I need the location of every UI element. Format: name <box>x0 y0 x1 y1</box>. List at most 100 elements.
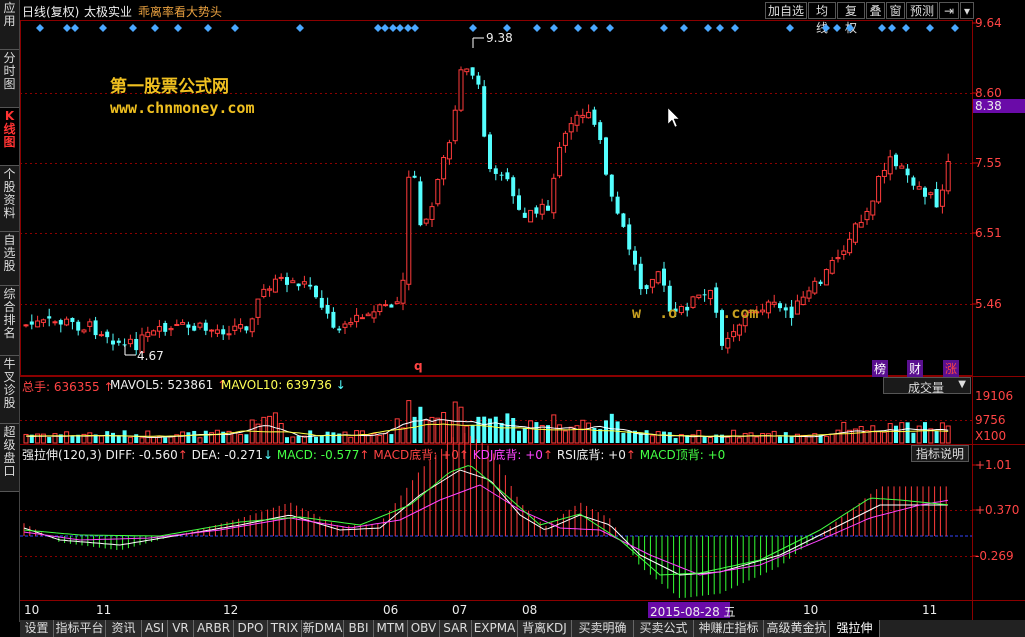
candle-body <box>272 278 278 293</box>
volume-bar <box>285 437 289 443</box>
volume-bar <box>899 422 905 444</box>
volume-bar <box>441 412 447 444</box>
volume-bar <box>87 432 93 444</box>
mavol5-label: MAVOL5: 523861 ↑ <box>110 378 227 392</box>
watermark-overlay: w .o .com <box>632 304 759 322</box>
volume-bar <box>551 414 557 444</box>
cai-marker[interactable]: 财 <box>907 360 924 377</box>
candle-body <box>406 176 412 285</box>
mavol10-value: MAVOL10: 639736 <box>221 378 332 392</box>
bottom-tab[interactable]: 指标平台 <box>54 620 106 637</box>
bottom-tab[interactable]: TRIX <box>268 620 302 637</box>
candle-body <box>163 322 168 332</box>
bottom-tab[interactable]: EXPMA <box>472 620 518 637</box>
volume-bar <box>823 435 829 444</box>
volume-bar <box>348 436 354 444</box>
candle-body <box>156 326 162 332</box>
signal-diamond <box>786 24 794 32</box>
candle-body <box>852 223 858 243</box>
bang-marker[interactable]: 榜 <box>872 360 889 377</box>
candle-body <box>835 257 841 260</box>
volume-bar <box>748 432 754 444</box>
macd-top-divergence: MACD顶背: +0 <box>639 448 726 462</box>
volume-bar <box>534 422 539 443</box>
indicator-selector[interactable]: 成交量 ▼ <box>883 377 971 395</box>
candle-body <box>644 285 649 290</box>
bottom-tab[interactable]: 买卖公式 <box>634 620 694 637</box>
bottom-tab[interactable]: ASI <box>142 620 168 637</box>
signal-diamond <box>574 24 582 32</box>
volume-bar <box>771 430 777 444</box>
bottom-tab[interactable]: 高级黄金抗 <box>764 620 830 637</box>
bottom-tab[interactable]: 新DMA <box>302 620 344 637</box>
volume-bar <box>47 437 52 443</box>
candle-body <box>296 283 301 287</box>
bottom-tab[interactable]: 强拉伸 <box>830 620 880 637</box>
bottom-tab[interactable]: ARBR <box>194 620 234 637</box>
zhang-marker[interactable]: 涨 <box>943 360 960 377</box>
volume-bar <box>261 416 267 444</box>
volume-bar <box>702 436 707 443</box>
candle-body <box>574 114 580 126</box>
candle-body <box>615 196 620 214</box>
volume-bar <box>342 431 348 444</box>
volume-bar <box>180 431 186 444</box>
volume-bar <box>314 436 318 443</box>
volume-bar <box>214 429 220 444</box>
signal-diamond <box>680 24 688 32</box>
candle-body <box>371 311 377 319</box>
candle-body <box>23 324 29 327</box>
signal-diamond <box>71 24 79 32</box>
bottom-tab[interactable]: VR <box>168 620 194 637</box>
indicator-help-button[interactable]: 指标说明 <box>911 445 969 462</box>
bottom-indicator-tabs: 设置 指标平台 资讯 ASI VR ARBR DPO TRIX 新DMA BBI MTM OBV SAR… <box>20 620 1025 637</box>
candle-body <box>98 334 104 337</box>
candle-body <box>911 177 916 186</box>
signal-diamond <box>716 24 724 32</box>
candle-body <box>464 68 470 73</box>
volume-bar <box>783 432 788 443</box>
macd-tick: +1.01 <box>975 458 1012 472</box>
volume-bar <box>627 431 632 443</box>
volume-bar <box>499 422 504 443</box>
candle-body <box>771 301 777 305</box>
bottom-tab[interactable]: MTM <box>374 620 408 637</box>
bottom-tab[interactable]: BBI <box>344 620 374 637</box>
signal-diamond <box>63 24 71 32</box>
candle-body <box>806 290 812 299</box>
candle-body <box>598 122 603 141</box>
volume-bar <box>203 430 208 443</box>
candle-body <box>441 157 447 180</box>
candle-body <box>517 195 521 210</box>
date-label: 08 <box>522 603 538 617</box>
candle-body <box>649 278 655 288</box>
date-label: 07 <box>452 603 468 617</box>
candle-body <box>864 210 870 221</box>
bottom-tab[interactable]: 资讯 <box>106 620 142 637</box>
bottom-tab[interactable]: SAR <box>440 620 472 637</box>
mouse-pointer-icon <box>667 107 680 128</box>
bottom-tab[interactable]: 神赚庄指标 <box>694 620 764 637</box>
volume-bar <box>400 427 406 444</box>
volume-bar <box>736 437 742 444</box>
bottom-tab[interactable]: 设置 <box>20 620 54 637</box>
signal-diamond <box>731 24 739 32</box>
candle-body <box>325 305 330 314</box>
candle-body <box>354 314 360 323</box>
bottom-tab[interactable]: 买卖明确 <box>572 620 634 637</box>
volume-tick: 19106 <box>975 389 1014 403</box>
candle-body <box>81 329 87 333</box>
candle-body <box>214 329 220 334</box>
signal-diamond <box>99 24 107 32</box>
volume-bar <box>522 427 527 443</box>
cursor-date-label: 2015-08-28 五 <box>650 605 736 619</box>
watermark-url: www.chnmoney.com <box>110 99 255 117</box>
bottom-tab[interactable]: 背离KDJ <box>518 620 572 637</box>
bottom-tab[interactable]: DPO <box>234 620 268 637</box>
bottom-tab[interactable]: OBV <box>408 620 440 637</box>
volume-bar <box>70 436 75 443</box>
candle-body <box>186 324 191 328</box>
candle-body <box>488 134 492 170</box>
volume-bar <box>168 436 174 444</box>
candle-body <box>894 154 898 167</box>
